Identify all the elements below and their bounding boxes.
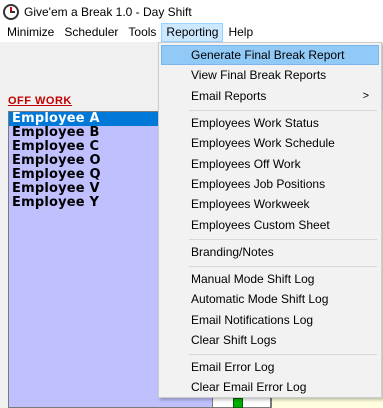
menu-item-manual-mode-shift-log[interactable]: Manual Mode Shift Log — [161, 269, 379, 289]
menu-separator — [189, 239, 377, 240]
menu-item-label: Employees Job Positions — [191, 177, 326, 191]
menu-item-employees-work-status[interactable]: Employees Work Status — [161, 113, 379, 133]
menu-item-branding-notes[interactable]: Branding/Notes — [161, 242, 379, 262]
menu-help[interactable]: Help — [223, 23, 258, 42]
app-clock-icon — [3, 3, 19, 20]
menu-item-label: Clear Shift Logs — [191, 333, 277, 347]
menu-item-email-reports[interactable]: Email Reports > — [161, 86, 379, 106]
menu-scheduler[interactable]: Scheduler — [59, 23, 123, 42]
menu-item-label: Manual Mode Shift Log — [191, 272, 315, 286]
menu-item-label: Employees Work Status — [191, 116, 319, 130]
menu-item-label: Email Error Log — [191, 360, 275, 374]
window-title: Give'em a Break 1.0 - Day Shift — [24, 4, 192, 19]
menu-item-email-error-log[interactable]: Email Error Log — [161, 357, 379, 377]
title-bar: Give'em a Break 1.0 - Day Shift — [0, 0, 383, 23]
menu-item-label: Branding/Notes — [191, 245, 274, 259]
menu-separator — [189, 354, 377, 355]
menu-item-employees-workweek[interactable]: Employees Workweek — [161, 194, 379, 214]
menu-item-clear-shift-logs[interactable]: Clear Shift Logs — [161, 330, 379, 350]
menu-item-label: Employees Off Work — [191, 157, 301, 171]
menu-item-clear-email-error-log[interactable]: Clear Email Error Log — [161, 377, 379, 397]
menu-item-employees-off-work[interactable]: Employees Off Work — [161, 154, 379, 174]
submenu-arrow-icon: > — [362, 90, 369, 102]
menu-item-label: Employees Work Schedule — [191, 136, 335, 150]
menu-item-label: Automatic Mode Shift Log — [191, 292, 329, 306]
menu-bar: Minimize Scheduler Tools Reporting Help — [0, 23, 383, 42]
menu-item-label: Employees Custom Sheet — [191, 218, 330, 232]
menu-item-email-notifications-log[interactable]: Email Notifications Log — [161, 310, 379, 330]
menu-item-employees-work-schedule[interactable]: Employees Work Schedule — [161, 133, 379, 153]
menu-tools[interactable]: Tools — [123, 23, 161, 42]
menu-item-label: Email Notifications Log — [191, 313, 314, 327]
menu-item-employees-custom-sheet[interactable]: Employees Custom Sheet — [161, 215, 379, 235]
menu-item-employees-job-positions[interactable]: Employees Job Positions — [161, 174, 379, 194]
menu-item-label: View Final Break Reports — [191, 68, 327, 82]
menu-item-generate-final-break-report[interactable]: Generate Final Break Report — [161, 45, 379, 65]
menu-separator — [189, 266, 377, 267]
menu-item-label: Employees Workweek — [191, 197, 310, 211]
menu-item-label: Email Reports — [191, 89, 267, 103]
menu-item-label: Clear Email Error Log — [191, 380, 307, 394]
menu-item-automatic-mode-shift-log[interactable]: Automatic Mode Shift Log — [161, 289, 379, 309]
menu-reporting[interactable]: Reporting — [161, 23, 224, 42]
off-work-label: OFF WORK — [8, 95, 72, 107]
menu-separator — [189, 110, 377, 111]
menu-item-label: Generate Final Break Report — [191, 48, 345, 62]
status-indicator — [233, 398, 243, 408]
menu-minimize[interactable]: Minimize — [2, 23, 59, 42]
reporting-dropdown-menu: Generate Final Break Report View Final B… — [158, 42, 382, 398]
menu-item-view-final-break-reports[interactable]: View Final Break Reports — [161, 65, 379, 85]
